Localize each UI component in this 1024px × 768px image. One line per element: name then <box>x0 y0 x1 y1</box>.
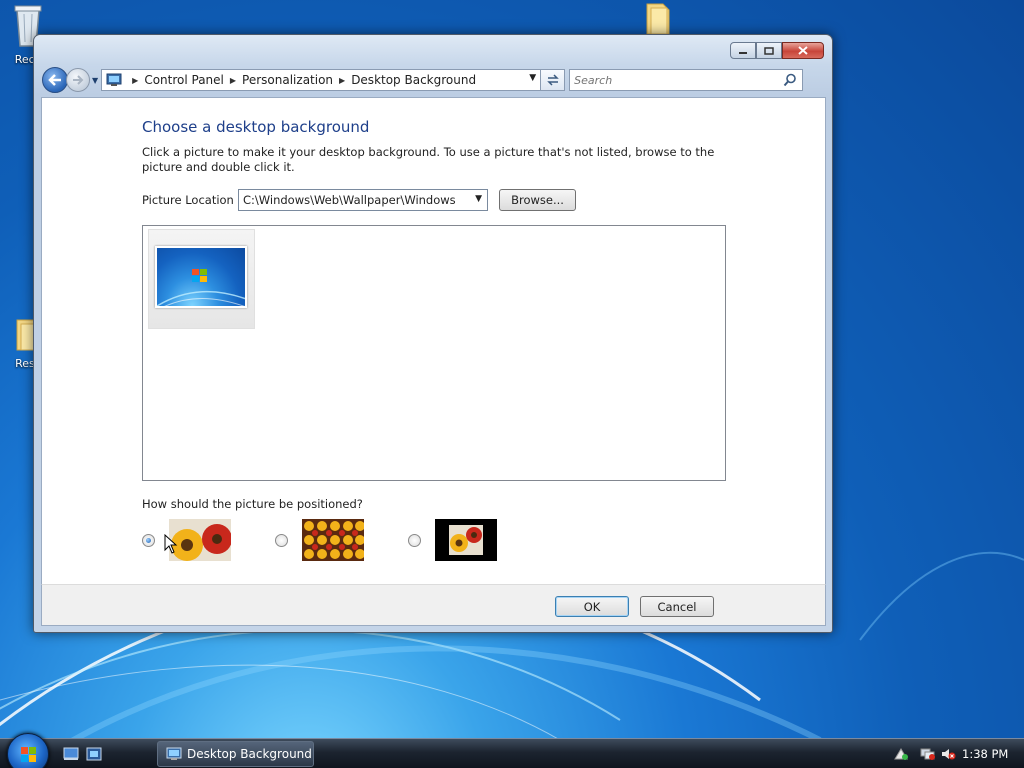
volume-muted-icon[interactable] <box>940 747 956 761</box>
breadcrumb-desktop-background[interactable]: Desktop Background <box>351 73 476 87</box>
navigation-bar: ▼ ▶ Control Panel ▶ Personalization ▶ De… <box>42 67 824 93</box>
refresh-icon <box>546 74 559 86</box>
refresh-button[interactable] <box>541 69 566 91</box>
page-title: Choose a desktop background <box>142 118 370 136</box>
browse-button[interactable]: Browse... <box>499 189 576 211</box>
wallpaper-thumbnail-item[interactable] <box>148 229 255 329</box>
control-panel-icon <box>106 73 122 86</box>
recent-pages-dropdown[interactable]: ▼ <box>92 76 98 85</box>
close-button[interactable] <box>782 42 824 59</box>
position-tile-radio[interactable] <box>275 533 288 547</box>
address-bar[interactable]: ▶ Control Panel ▶ Personalization ▶ Desk… <box>101 69 542 91</box>
search-input[interactable] <box>574 73 775 87</box>
back-button[interactable] <box>42 67 68 93</box>
picture-location-select[interactable]: C:\Windows\Web\Wallpaper\Windows ▼ <box>238 189 488 211</box>
desktop-background-window: ▼ ▶ Control Panel ▶ Personalization ▶ De… <box>33 34 833 633</box>
cancel-button[interactable]: Cancel <box>640 596 714 617</box>
minimize-icon <box>739 51 747 54</box>
start-button[interactable] <box>7 733 49 768</box>
position-option-tile[interactable] <box>275 519 364 561</box>
show-desktop-icon[interactable] <box>63 747 79 761</box>
sunflower-tile-icon <box>302 519 364 561</box>
back-arrow-icon <box>48 74 61 86</box>
mouse-cursor-icon <box>164 534 178 554</box>
position-center-radio[interactable] <box>408 533 421 547</box>
breadcrumb-separator: ▶ <box>339 75 346 85</box>
action-center-icon[interactable] <box>893 747 909 761</box>
center-preview-image[interactable] <box>435 519 497 561</box>
breadcrumb-control-panel[interactable]: Control Panel <box>144 73 224 87</box>
sunflower-fit-icon <box>169 519 231 561</box>
taskbar-item-label: Desktop Background <box>187 747 312 761</box>
position-option-center[interactable] <box>408 519 497 561</box>
close-icon <box>798 46 808 55</box>
forward-arrow-icon <box>73 75 84 85</box>
content-pane: Choose a desktop background Click a pict… <box>41 97 826 584</box>
folder-icon <box>646 3 670 35</box>
position-fit-radio[interactable] <box>142 533 155 547</box>
control-panel-icon <box>166 747 182 760</box>
system-clock[interactable]: 1:38 PM <box>962 747 1008 761</box>
wallpaper-gallery <box>142 225 726 481</box>
breadcrumb-separator: ▶ <box>132 75 139 85</box>
windows-wallpaper-thumbnail <box>155 246 247 308</box>
sunflower-center-icon <box>435 519 497 561</box>
forward-button[interactable] <box>66 68 90 92</box>
tile-preview-image[interactable] <box>302 519 364 561</box>
ok-button[interactable]: OK <box>555 596 629 617</box>
breadcrumb-personalization[interactable]: Personalization <box>242 73 333 87</box>
switch-windows-icon[interactable] <box>86 747 102 761</box>
taskbar: Desktop Background 1:38 PM <box>0 733 1024 768</box>
picture-location-label: Picture Location <box>142 193 234 207</box>
search-box[interactable] <box>569 69 804 91</box>
fit-preview-image[interactable] <box>169 519 231 561</box>
window-controls <box>730 42 824 59</box>
position-question-label: How should the picture be positioned? <box>142 497 363 511</box>
maximize-button[interactable] <box>756 42 782 59</box>
maximize-icon <box>764 46 774 55</box>
position-option-fit[interactable] <box>142 519 231 561</box>
windows-logo-icon <box>21 747 36 762</box>
breadcrumb-separator: ▶ <box>229 75 237 85</box>
picture-location-value: C:\Windows\Web\Wallpaper\Windows <box>243 193 456 207</box>
address-dropdown-icon[interactable]: ▼ <box>529 73 536 83</box>
chevron-down-icon: ▼ <box>475 194 482 204</box>
dialog-footer: OK Cancel <box>41 584 826 626</box>
windows-logo-icon <box>157 269 245 306</box>
minimize-button[interactable] <box>730 42 756 59</box>
search-icon[interactable] <box>783 73 797 87</box>
network-icon[interactable] <box>920 747 936 761</box>
page-description: Click a picture to make it your desktop … <box>142 145 715 174</box>
taskbar-item-desktop-background[interactable]: Desktop Background <box>157 741 314 767</box>
